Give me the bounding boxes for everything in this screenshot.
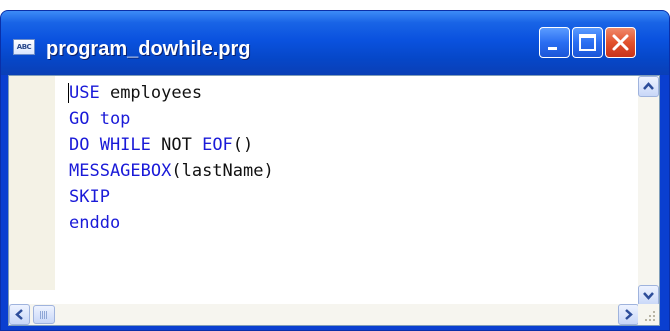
window-title: program_dowhile.prg	[46, 38, 251, 60]
code-line[interactable]: enddo	[69, 210, 629, 236]
code-editor[interactable]: USE employees GO top DO WHILE NOT EOF() MES…	[8, 75, 660, 326]
thumb-grip	[40, 311, 48, 319]
chevron-right-icon	[625, 309, 633, 320]
title-bar[interactable]: ABC program_dowhile.prg	[1, 11, 669, 75]
horizontal-scroll-thumb[interactable]	[33, 305, 55, 324]
maximize-icon	[579, 34, 596, 51]
code-token: enddo	[69, 213, 121, 233]
chevron-down-icon	[643, 292, 654, 300]
code-token: (lastName)	[171, 161, 274, 181]
maximize-button[interactable]	[572, 27, 603, 58]
code-line[interactable]: DO WHILE NOT EOF()	[69, 132, 629, 158]
code-area[interactable]: USE employees GO top DO WHILE NOT EOF() MES…	[69, 80, 629, 236]
minimize-icon	[548, 47, 557, 50]
resize-grip-icon	[645, 311, 655, 321]
scroll-left-button[interactable]	[9, 304, 30, 325]
code-line[interactable]: MESSAGEBOX(lastName)	[69, 158, 629, 184]
code-token: EOF	[202, 135, 233, 155]
scroll-up-button[interactable]	[638, 76, 659, 97]
close-button[interactable]	[605, 27, 636, 58]
close-icon	[612, 34, 629, 51]
chevron-left-icon	[15, 309, 23, 320]
background-strip	[0, 0, 670, 10]
code-token: MESSAGEBOX	[69, 161, 172, 181]
editor-gutter	[9, 76, 55, 290]
scroll-down-button[interactable]	[638, 285, 659, 306]
code-token: DO WHILE	[69, 135, 151, 155]
code-token: ()	[232, 135, 254, 155]
resize-grip[interactable]	[638, 304, 659, 325]
code-token: SKIP	[69, 187, 110, 207]
code-token: NOT	[150, 135, 203, 155]
chevron-up-icon	[643, 82, 654, 90]
text-document-icon[interactable]: ABC	[13, 39, 35, 55]
editor-window: ABC program_dowhile.prg USE employees GO …	[0, 10, 670, 331]
code-token: USE	[69, 83, 100, 103]
code-line[interactable]: USE employees	[69, 80, 629, 106]
scroll-right-button[interactable]	[618, 304, 639, 325]
vertical-scrollbar[interactable]	[638, 76, 659, 306]
code-token: employees	[99, 83, 203, 103]
horizontal-scrollbar[interactable]	[9, 304, 639, 325]
minimize-button[interactable]	[539, 27, 570, 58]
code-line[interactable]: GO top	[69, 106, 629, 132]
code-token: GO top	[69, 109, 131, 129]
code-line[interactable]: SKIP	[69, 184, 629, 210]
